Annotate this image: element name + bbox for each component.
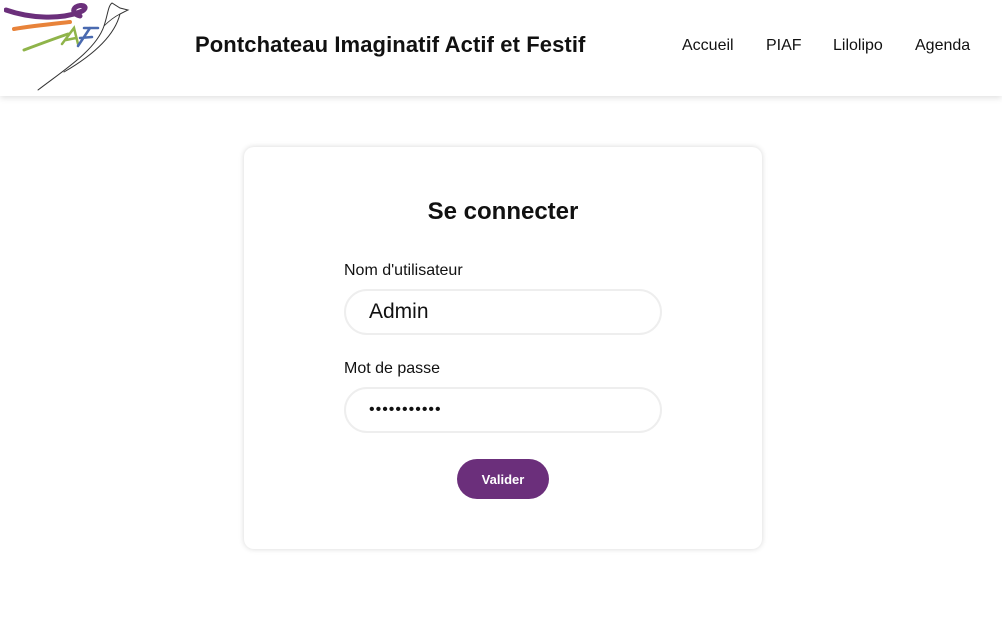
login-card: Se connecter Nom d'utilisateur Mot de pa… [244, 147, 762, 549]
nav-link-piaf[interactable]: PIAF [766, 37, 802, 55]
login-title: Se connecter [427, 198, 579, 225]
site-header: Pontchateau Imaginatif Actif et Festif A… [0, 0, 1002, 96]
nav-link-lilolipo[interactable]: Lilolipo [833, 37, 883, 55]
submit-button[interactable]: Valider [457, 459, 549, 499]
main-nav: Accueil PIAF Lilolipo Agenda [0, 37, 1002, 59]
nav-link-agenda[interactable]: Agenda [915, 37, 970, 55]
nav-link-accueil[interactable]: Accueil [682, 37, 734, 55]
password-label: Mot de passe [344, 360, 441, 377]
username-input[interactable] [344, 289, 662, 335]
username-label: Nom d'utilisateur [344, 262, 463, 279]
password-input[interactable] [344, 387, 662, 433]
